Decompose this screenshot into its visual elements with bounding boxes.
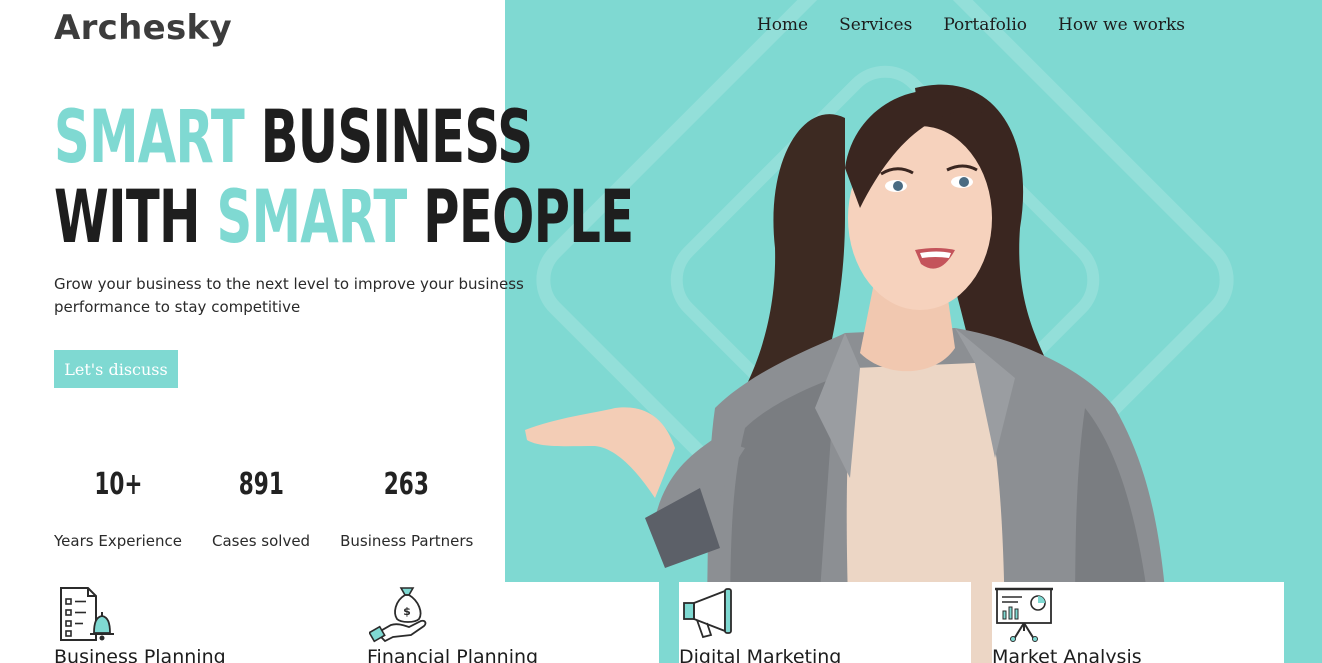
stats-row: 10+ Years Experience 891 Cases solved 26…	[54, 466, 473, 550]
headline-word: WITH	[54, 175, 201, 260]
stat-value: 891	[238, 467, 284, 502]
service-card-financial-planning[interactable]: $ Financial Planning	[367, 582, 659, 663]
stat-label: Business Partners	[340, 532, 474, 550]
hero-headline: SMART BUSINESS WITH SMART PEOPLE	[54, 95, 634, 260]
headline-word: PEOPLE	[423, 175, 634, 260]
money-bag-hand-icon: $	[369, 587, 427, 643]
nav-item-home[interactable]: Home	[757, 15, 808, 35]
stat-business-partners: 263 Business Partners	[340, 466, 473, 550]
headline-accent-word: SMART	[54, 95, 245, 180]
stat-label: Years Experience	[54, 532, 182, 550]
stat-years-experience: 10+ Years Experience	[54, 466, 182, 550]
nav-item-portfolio[interactable]: Portafolio	[943, 15, 1027, 35]
service-title: Business Planning	[54, 646, 226, 663]
svg-text:$: $	[403, 605, 411, 618]
main-nav: Home Services Portafolio How we works	[757, 15, 1185, 35]
nav-item-services[interactable]: Services	[839, 15, 912, 35]
megaphone-icon	[683, 588, 732, 639]
presentation-board-icon	[995, 587, 1053, 642]
nav-item-how-we-works[interactable]: How we works	[1058, 15, 1185, 35]
lets-discuss-button[interactable]: Let's discuss	[54, 350, 178, 388]
stat-cases-solved: 891 Cases solved	[212, 466, 310, 550]
service-title: Financial Planning	[367, 646, 539, 663]
service-card-digital-marketing[interactable]: Digital Marketing	[679, 582, 971, 663]
stat-value: 263	[384, 467, 430, 502]
site-logo[interactable]: Archesky	[54, 8, 232, 48]
hero-subtitle: Grow your business to the next level to …	[54, 275, 524, 316]
service-card-business-planning[interactable]: Business Planning	[54, 582, 354, 663]
service-title: Market Analysis	[992, 646, 1142, 663]
headline-accent-word: SMART	[216, 175, 408, 260]
services-row: Business Planning $ Financial Planning D…	[0, 582, 1322, 663]
service-title: Digital Marketing	[679, 646, 842, 663]
service-card-market-analysis[interactable]: Market Analysis	[992, 582, 1284, 663]
checklist-bell-icon	[60, 587, 114, 641]
stat-value: 10+	[93, 467, 143, 502]
stat-label: Cases solved	[212, 532, 311, 550]
headline-word: BUSINESS	[260, 95, 533, 180]
